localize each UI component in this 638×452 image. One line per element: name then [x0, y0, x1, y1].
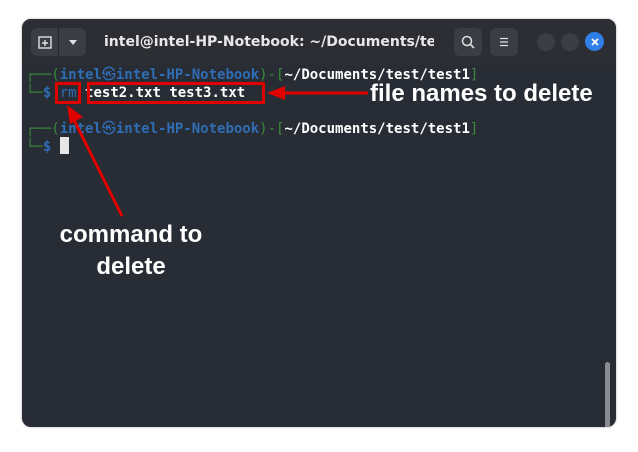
arrow-command: [72, 119, 124, 217]
annotation-command-line2: delete: [96, 253, 166, 280]
annotation-command: command to delete: [46, 219, 216, 283]
annotation-filenames: file names to delete: [370, 80, 593, 107]
arrow-head-icon: [267, 86, 285, 100]
arrow-head-icon: [67, 105, 83, 124]
annotation-command-line1: command to: [59, 221, 203, 248]
